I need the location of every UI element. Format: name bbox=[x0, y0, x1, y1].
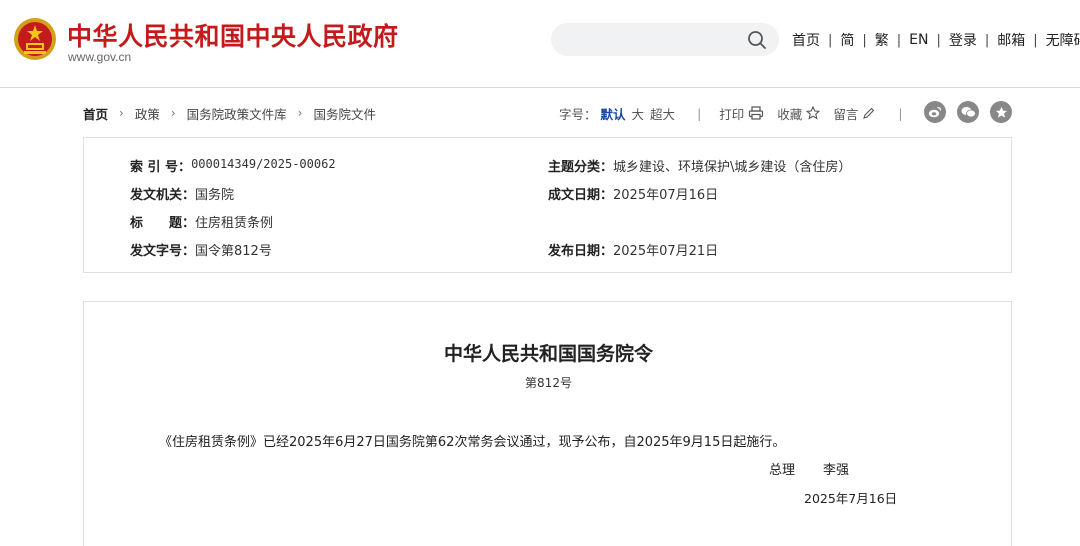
info-value: 000014349/2025-00062 bbox=[191, 157, 336, 171]
site-url: www.gov.cn bbox=[68, 50, 132, 64]
info-value: 住房租赁条例 bbox=[195, 216, 274, 231]
info-published-date: 发布日期： 2025年07月21日 bbox=[548, 240, 718, 259]
info-label: 发布日期： bbox=[548, 244, 614, 259]
nav-separator: | bbox=[936, 32, 941, 48]
favorite-button[interactable]: 收藏 bbox=[777, 104, 821, 123]
document-date: 2025年7月16日 bbox=[804, 491, 898, 506]
info-category: 主题分类： 城乡建设、环境保护\城乡建设（含住房） bbox=[548, 156, 851, 175]
info-document-number: 发文字号： 国令第812号 bbox=[130, 240, 272, 259]
tools-divider: | bbox=[697, 105, 702, 121]
nav-separator: | bbox=[862, 32, 867, 48]
info-index-number: 索 引 号： 000014349/2025-00062 bbox=[130, 156, 336, 175]
nav-english[interactable]: EN bbox=[909, 32, 928, 48]
info-value: 2025年07月16日 bbox=[613, 188, 719, 203]
pencil-icon bbox=[863, 107, 875, 119]
signer-name: 李强 bbox=[823, 463, 850, 478]
national-emblem-icon[interactable] bbox=[13, 16, 57, 62]
font-size-xlarge[interactable]: 超大 bbox=[650, 104, 675, 123]
info-label: 发文字号： bbox=[130, 244, 196, 259]
nav-separator: | bbox=[828, 32, 833, 48]
document-info-table: 索 引 号： 000014349/2025-00062 主题分类： 城乡建设、环… bbox=[83, 137, 1012, 273]
info-label: 发文机关： bbox=[130, 188, 196, 203]
signer-title: 总理 bbox=[769, 463, 796, 478]
breadcrumb: 首页 › 政策 › 国务院政策文件库 › 国务院文件 bbox=[83, 104, 376, 122]
social-share bbox=[924, 101, 1012, 123]
nav-traditional[interactable]: 繁 bbox=[875, 30, 889, 50]
search-input[interactable] bbox=[551, 23, 779, 56]
print-label: 打印 bbox=[719, 106, 745, 122]
star-outline-icon bbox=[806, 106, 821, 120]
chevron-right-icon: › bbox=[170, 106, 176, 120]
tools-divider: | bbox=[898, 105, 903, 121]
favorite-label: 收藏 bbox=[777, 106, 803, 122]
info-value: 国令第812号 bbox=[195, 244, 272, 259]
info-value: 2025年07月21日 bbox=[613, 244, 719, 259]
comment-label: 留言 bbox=[833, 106, 859, 122]
breadcrumb-policy-library[interactable]: 国务院政策文件库 bbox=[187, 104, 287, 123]
info-value: 城乡建设、环境保护\城乡建设（含住房） bbox=[613, 160, 852, 175]
nav-separator: | bbox=[984, 32, 990, 48]
info-label: 成文日期： bbox=[548, 188, 614, 203]
info-value: 国务院 bbox=[195, 188, 235, 203]
nav-home[interactable]: 首页 bbox=[792, 30, 820, 50]
site-title[interactable]: 中华人民共和国中央人民政府 bbox=[67, 17, 399, 53]
breadcrumb-policy[interactable]: 政策 bbox=[135, 104, 160, 123]
info-written-date: 成文日期： 2025年07月16日 bbox=[548, 184, 718, 203]
info-label: 主题分类： bbox=[548, 160, 614, 175]
site-header: 中华人民共和国中央人民政府 www.gov.cn 首页 | 简 | 繁 | EN… bbox=[0, 0, 1080, 88]
article-tools: 字号： 默认 大 超大 | 打印 收藏 留言 | bbox=[559, 104, 903, 122]
star-icon[interactable] bbox=[990, 101, 1012, 123]
printer-icon bbox=[749, 106, 764, 120]
nav-login[interactable]: 登录 bbox=[949, 30, 977, 50]
document-title: 中华人民共和国国务院令 bbox=[443, 343, 653, 365]
wechat-icon[interactable] bbox=[957, 101, 979, 123]
font-size-label: 字号： bbox=[559, 106, 597, 122]
chevron-right-icon: › bbox=[119, 106, 124, 120]
info-label: 索 引 号： bbox=[130, 160, 192, 175]
print-button[interactable]: 打印 bbox=[719, 104, 764, 123]
breadcrumb-home[interactable]: 首页 bbox=[83, 104, 108, 123]
document-paragraph: 《住房租赁条例》已经2025年6月27日国务院第62次常务会议通过，现予公布，自… bbox=[159, 435, 786, 450]
info-title: 标 题： 住房租赁条例 bbox=[130, 212, 273, 231]
font-size-default[interactable]: 默认 bbox=[601, 104, 626, 123]
weibo-icon[interactable] bbox=[924, 101, 946, 123]
nav-mail[interactable]: 邮箱 bbox=[997, 30, 1025, 50]
info-label: 标 题： bbox=[130, 216, 196, 231]
nav-accessibility[interactable]: 无障碍 bbox=[1046, 30, 1080, 50]
nav-separator: | bbox=[896, 32, 902, 48]
nav-separator: | bbox=[1033, 32, 1038, 48]
top-nav: 首页 | 简 | 繁 | EN | 登录 | 邮箱 | 无障碍 bbox=[792, 30, 1080, 50]
nav-simplified[interactable]: 简 bbox=[840, 30, 854, 50]
chevron-right-icon: › bbox=[297, 106, 303, 120]
font-size-large[interactable]: 大 bbox=[632, 104, 645, 123]
document-number: 第812号 bbox=[525, 376, 572, 390]
document-body: 中华人民共和国国务院令 第812号 《住房租赁条例》已经2025年6月27日国务… bbox=[83, 301, 1012, 546]
comment-button[interactable]: 留言 bbox=[833, 104, 875, 123]
breadcrumb-state-council-docs[interactable]: 国务院文件 bbox=[313, 104, 376, 123]
search-icon[interactable] bbox=[746, 29, 768, 51]
document-signature: 总理 李强 bbox=[769, 459, 849, 478]
info-issuer: 发文机关： 国务院 bbox=[130, 184, 234, 203]
